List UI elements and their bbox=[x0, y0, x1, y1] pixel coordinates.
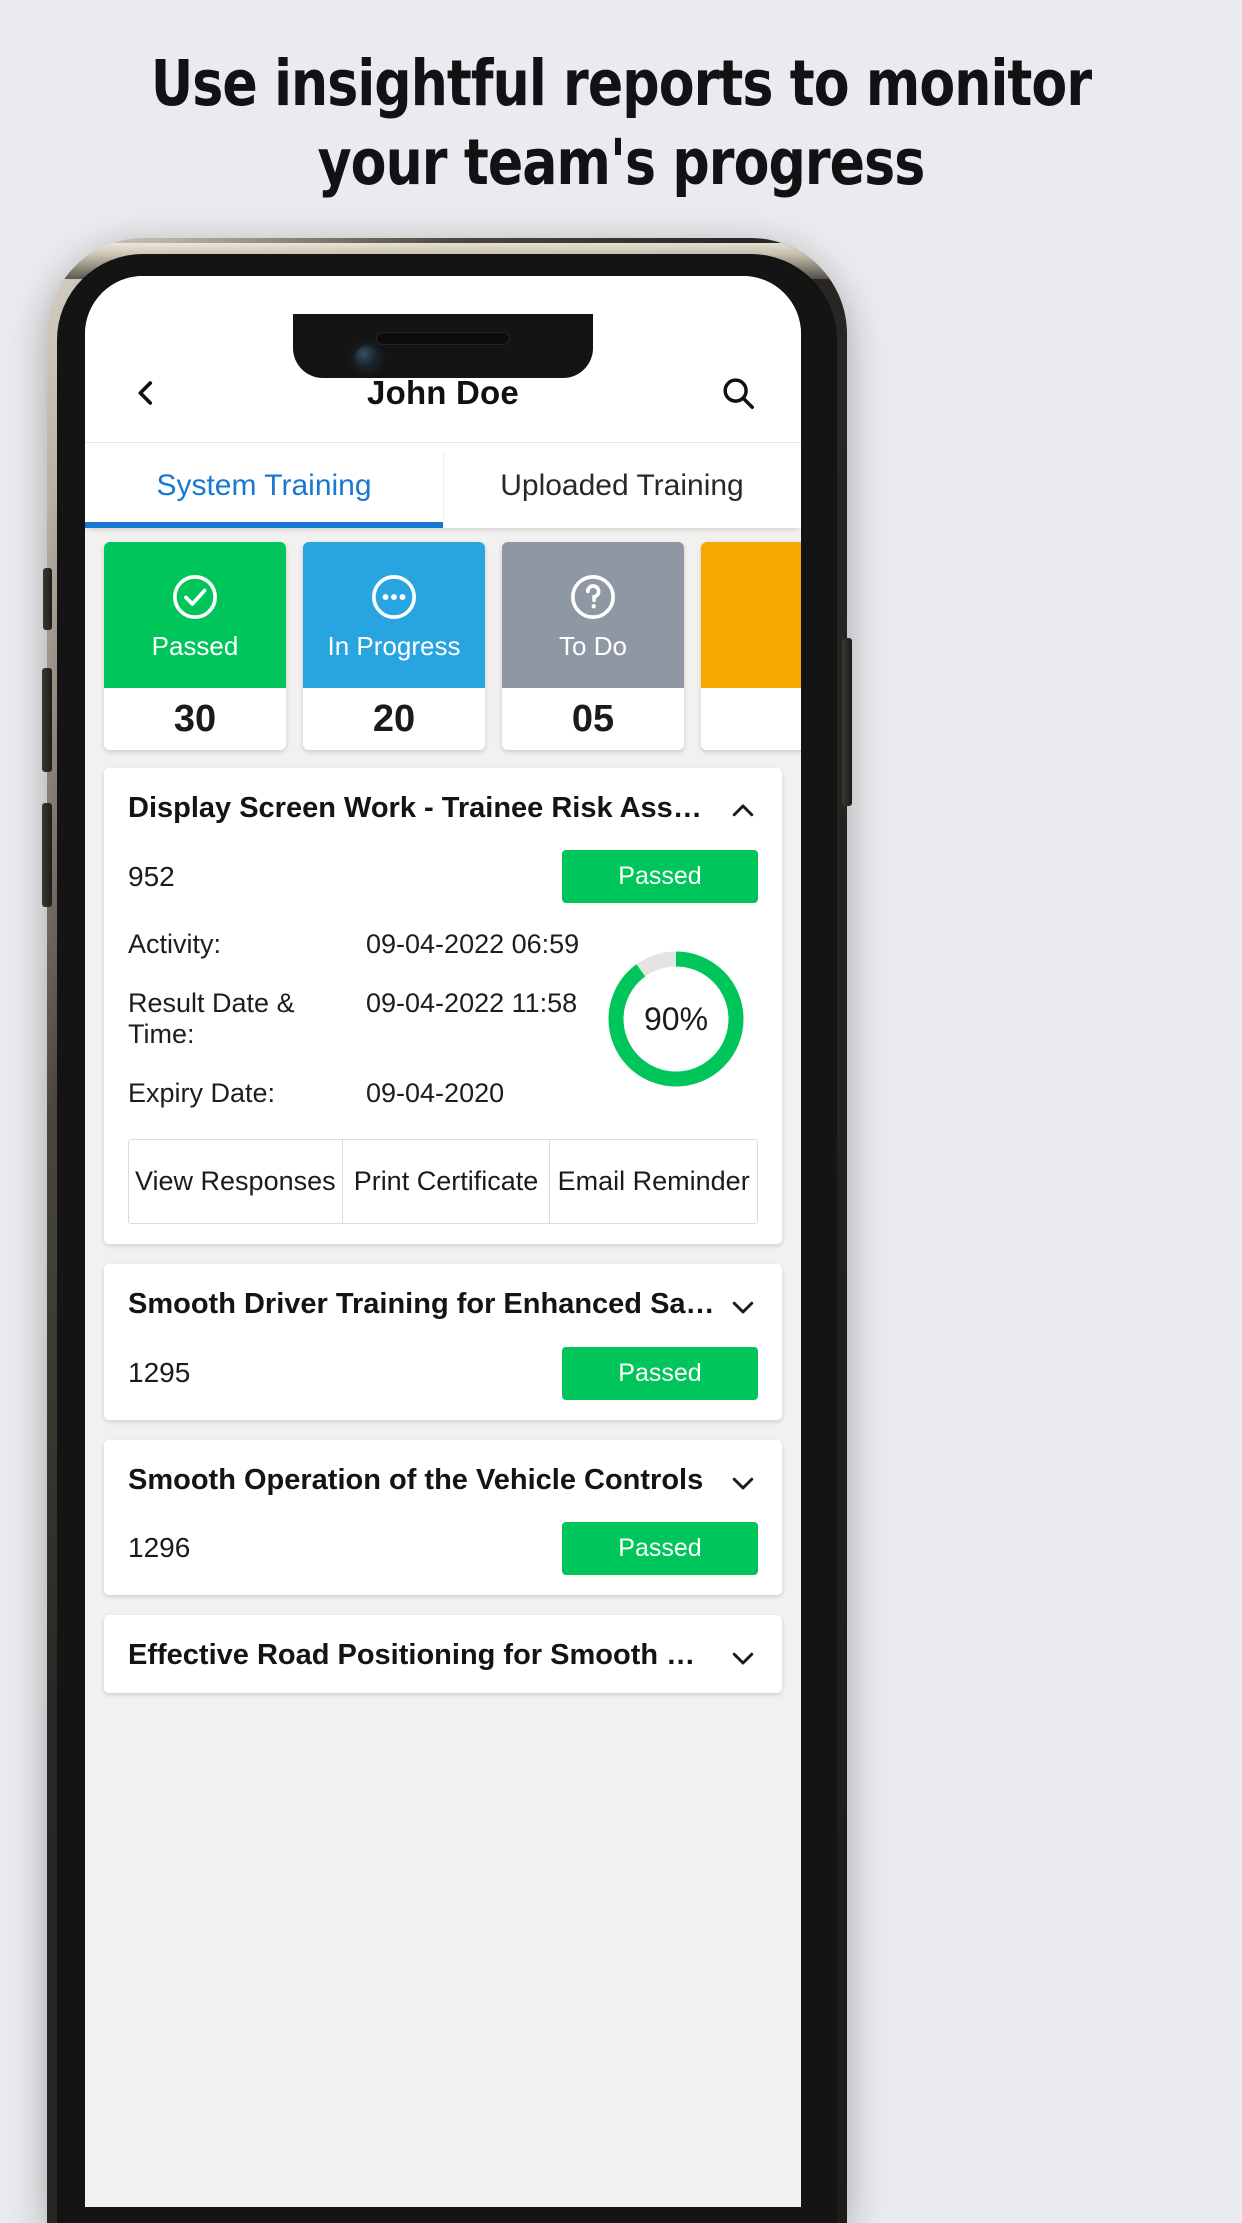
training-item-title: Smooth Operation of the Vehicle Controls bbox=[128, 1463, 704, 1496]
status-card-to-do[interactable]: To Do 05 bbox=[502, 542, 684, 750]
status-card-passed-top: Passed bbox=[104, 542, 286, 688]
training-item-code-status-row: 1296 Passed bbox=[128, 1521, 758, 1575]
progress-ring-wrapper: 90% bbox=[594, 929, 758, 1109]
chevron-down-icon[interactable] bbox=[728, 1468, 758, 1498]
email-reminder-button[interactable]: Email Reminder bbox=[549, 1140, 757, 1224]
detail-row-result-date: Result Date & Time: 09-04-2022 11:58 bbox=[128, 988, 594, 1050]
phone-screen: John Doe System Training Uploaded Traini… bbox=[85, 276, 801, 2207]
page-title-line-2: your team's progress bbox=[317, 126, 926, 199]
status-card-overdue[interactable] bbox=[701, 542, 801, 750]
status-badge: Passed bbox=[562, 850, 758, 904]
status-card-in-progress-count: 20 bbox=[303, 688, 485, 750]
status-badge: Passed bbox=[562, 1521, 758, 1575]
check-circle-icon bbox=[173, 575, 217, 619]
chevron-left-icon bbox=[138, 381, 153, 405]
detail-row-expiry-date-value: 09-04-2020 bbox=[366, 1078, 505, 1109]
status-card-to-do-count: 05 bbox=[502, 688, 684, 750]
progress-ring: 90% bbox=[602, 945, 750, 1093]
training-item-header[interactable]: Effective Road Positioning for Smooth Dr… bbox=[128, 1637, 758, 1673]
status-card-passed-label: Passed bbox=[151, 631, 239, 661]
tab-system-training-label: System Training bbox=[156, 468, 372, 502]
status-card-to-do-top: To Do bbox=[502, 542, 684, 688]
training-item-details: Activity: 09-04-2022 06:59 Result Date &… bbox=[128, 929, 758, 1109]
training-report-app: John Doe System Training Uploaded Traini… bbox=[85, 276, 801, 2207]
power-button[interactable] bbox=[842, 638, 852, 806]
mute-switch[interactable] bbox=[43, 568, 52, 630]
content-scroll-area[interactable]: Passed 30 In Progress 20 To Do 05 Displa… bbox=[85, 528, 801, 2207]
training-item-expanded[interactable]: Display Screen Work - Trainee Risk Asses… bbox=[104, 768, 782, 1245]
status-card-in-progress-label: In Progress bbox=[327, 631, 461, 661]
question-circle-icon bbox=[571, 575, 615, 619]
status-card-passed[interactable]: Passed 30 bbox=[104, 542, 286, 750]
training-item-detail-rows: Activity: 09-04-2022 06:59 Result Date &… bbox=[128, 929, 594, 1109]
chevron-down-icon[interactable] bbox=[728, 1643, 758, 1673]
training-item-title: Smooth Driver Training for Enhanced Safe… bbox=[128, 1288, 716, 1321]
detail-row-result-date-label: Result Date & Time: bbox=[128, 988, 295, 1050]
page-title-line-1: Use insightful reports to monitor bbox=[150, 47, 1092, 120]
training-item-actions: View Responses Print Certificate Email R… bbox=[128, 1139, 758, 1225]
status-card-overdue-count bbox=[701, 688, 801, 750]
app-title: John Doe bbox=[367, 374, 519, 411]
search-button[interactable] bbox=[719, 374, 757, 412]
tab-uploaded-training-label: Uploaded Training bbox=[500, 468, 744, 502]
earpiece-speaker-icon bbox=[376, 332, 510, 345]
tab-bar: System Training Uploaded Training bbox=[85, 442, 801, 528]
status-card-in-progress[interactable]: In Progress 20 bbox=[303, 542, 485, 750]
status-card-strip[interactable]: Passed 30 In Progress 20 To Do 05 bbox=[85, 528, 801, 768]
phone-notch bbox=[293, 314, 593, 378]
volume-up-button[interactable] bbox=[42, 668, 52, 772]
training-item-header[interactable]: Smooth Driver Training for Enhanced Safe… bbox=[128, 1286, 758, 1322]
training-item-code: 1295 bbox=[128, 1357, 191, 1388]
training-item-code-status-row: 1295 Passed bbox=[128, 1346, 758, 1400]
detail-row-activity: Activity: 09-04-2022 06:59 bbox=[128, 929, 594, 960]
training-item-title: Display Screen Work - Trainee Risk Asses… bbox=[128, 792, 716, 824]
training-item-code: 1296 bbox=[128, 1532, 191, 1564]
tab-uploaded-training[interactable]: Uploaded Training bbox=[443, 443, 801, 528]
detail-row-expiry-date: Expiry Date: 09-04-2020 bbox=[128, 1078, 594, 1109]
detail-row-expiry-date-label: Expiry Date: bbox=[128, 1078, 276, 1109]
front-camera-icon bbox=[355, 346, 378, 369]
progress-ring-label: 90% bbox=[643, 1000, 709, 1037]
status-card-to-do-label: To Do bbox=[559, 631, 627, 661]
training-item-code: 952 bbox=[128, 860, 175, 892]
training-item-collapsed[interactable]: Smooth Operation of the Vehicle Controls… bbox=[104, 1439, 782, 1595]
chevron-down-icon[interactable] bbox=[728, 1292, 758, 1322]
training-item-collapsed[interactable]: Smooth Driver Training for Enhanced Safe… bbox=[104, 1264, 782, 1420]
search-icon bbox=[723, 378, 754, 409]
training-item-collapsed[interactable]: Effective Road Positioning for Smooth Dr… bbox=[104, 1614, 782, 1693]
detail-row-activity-value: 09-04-2022 06:59 bbox=[366, 929, 580, 960]
chevron-up-icon[interactable] bbox=[728, 796, 758, 826]
volume-down-button[interactable] bbox=[42, 803, 52, 907]
status-card-in-progress-top: In Progress bbox=[303, 542, 485, 688]
detail-row-result-date-value: 09-04-2022 11:58 bbox=[366, 988, 578, 1019]
phone-mockup: John Doe System Training Uploaded Traini… bbox=[42, 238, 852, 2223]
detail-row-activity-label: Activity: bbox=[128, 929, 222, 960]
view-responses-button[interactable]: View Responses bbox=[129, 1140, 342, 1224]
tab-system-training[interactable]: System Training bbox=[85, 443, 443, 528]
back-button[interactable] bbox=[129, 376, 163, 410]
training-item-header[interactable]: Display Screen Work - Trainee Risk Asses… bbox=[128, 790, 758, 826]
print-certificate-button[interactable]: Print Certificate bbox=[341, 1140, 550, 1224]
status-badge: Passed bbox=[562, 1346, 758, 1400]
status-card-overdue-top bbox=[701, 542, 801, 688]
training-item-title: Effective Road Positioning for Smooth Dr… bbox=[128, 1638, 716, 1671]
page-title: Use insightful reports to monitor your t… bbox=[50, 52, 1193, 194]
ellipsis-circle-icon bbox=[372, 575, 416, 619]
training-item-code-status-row: 952 Passed bbox=[128, 850, 758, 904]
status-card-passed-count: 30 bbox=[104, 688, 286, 750]
training-item-header[interactable]: Smooth Operation of the Vehicle Controls bbox=[128, 1462, 758, 1498]
